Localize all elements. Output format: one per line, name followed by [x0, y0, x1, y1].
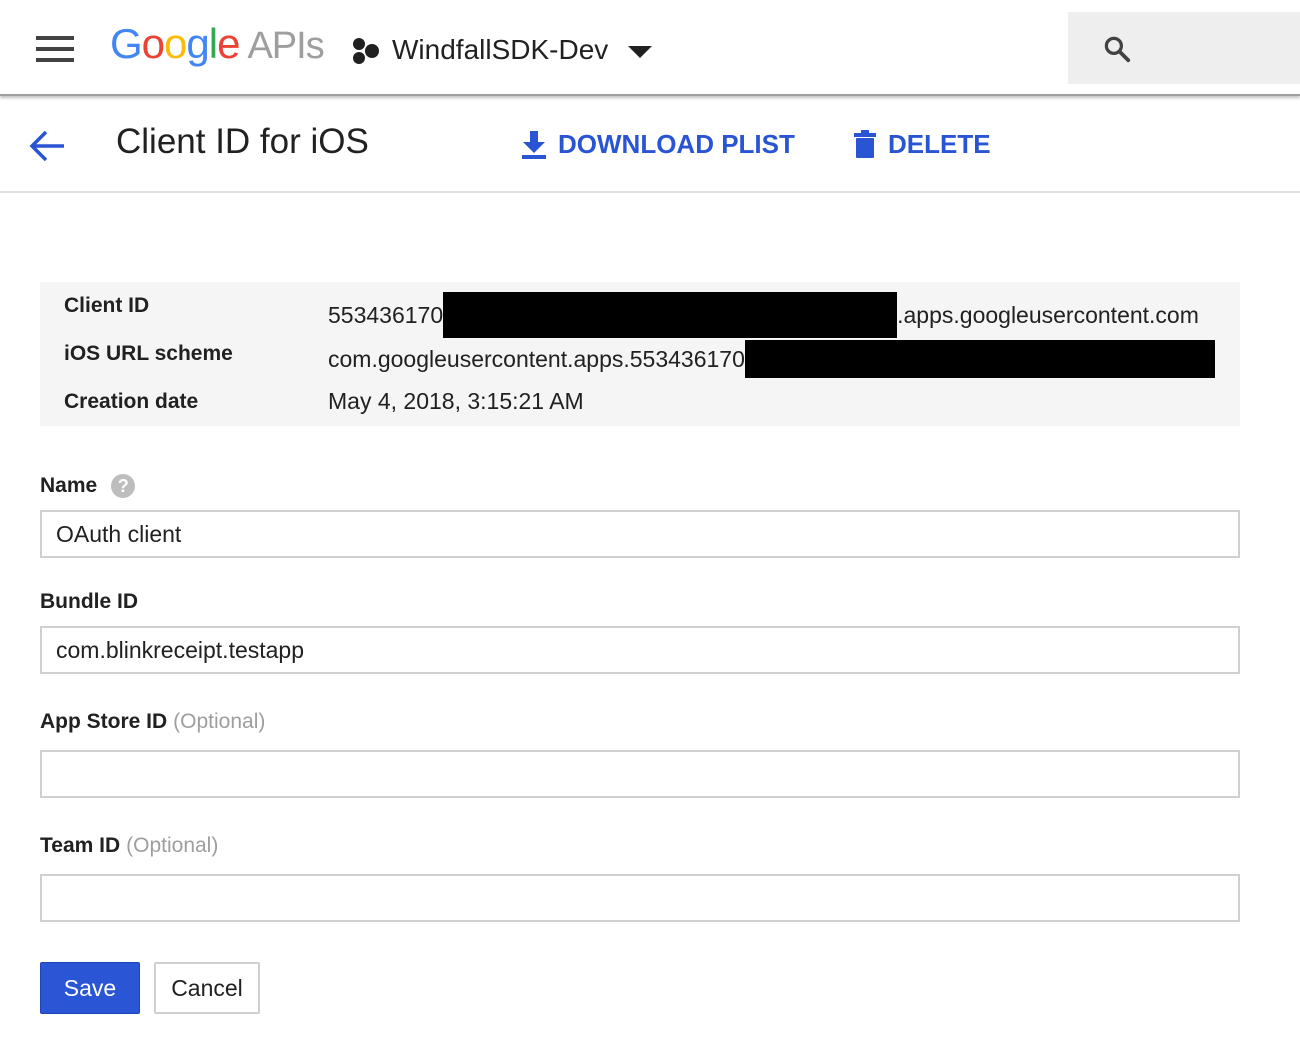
creation-date-label: Creation date	[64, 390, 199, 413]
client-info-table: Client ID 553436170 .apps.googleuserconte…	[40, 282, 1240, 426]
top-app-bar: Google APIs WindfallSDK-Dev	[0, 0, 1300, 96]
apis-wordmark: APIs	[247, 25, 324, 67]
optional-hint: (Optional)	[126, 834, 219, 857]
logo-letter: o	[141, 20, 165, 67]
creation-date-row: Creation date May 4, 2018, 3:15:21 AM	[40, 378, 1240, 426]
download-icon	[522, 131, 546, 159]
logo-letter: l	[208, 20, 218, 67]
redaction-block	[744, 340, 1215, 378]
logo-letter: G	[110, 20, 143, 67]
ios-url-scheme-row: iOS URL scheme com.googleusercontent.app…	[40, 330, 1240, 378]
team-id-input[interactable]	[40, 874, 1240, 922]
page-header: Client ID for iOS DOWNLOAD PLIST DELETE	[0, 96, 1300, 193]
download-plist-button[interactable]: DOWNLOAD PLIST	[520, 128, 795, 160]
app-store-id-label-text: App Store ID	[40, 710, 168, 733]
hamburger-menu-icon[interactable]	[36, 36, 76, 64]
back-button[interactable]	[28, 128, 68, 164]
bundle-id-label-text: Bundle ID	[40, 590, 138, 613]
app-store-id-input[interactable]	[40, 750, 1240, 798]
ios-url-scheme-value: com.googleusercontent.apps.553436170	[328, 340, 1215, 378]
logo-letter: g	[186, 20, 209, 67]
creation-date-value: May 4, 2018, 3:15:21 AM	[328, 388, 584, 414]
delete-label: DELETE	[888, 128, 991, 159]
save-button[interactable]: Save	[40, 962, 140, 1014]
name-field-label: Name ?	[40, 474, 136, 498]
search-icon	[1104, 36, 1131, 63]
bundle-id-field-label: Bundle ID	[40, 590, 138, 614]
client-id-prefix: 553436170	[328, 301, 444, 328]
project-selector[interactable]: WindfallSDK-Dev	[350, 30, 653, 70]
team-id-label-text: Team ID	[40, 834, 121, 857]
download-plist-label: DOWNLOAD PLIST	[558, 128, 795, 159]
google-apis-logo[interactable]: Google APIs	[110, 20, 325, 70]
project-name: WindfallSDK-Dev	[392, 34, 609, 65]
logo-letter: o	[164, 20, 187, 67]
optional-hint: (Optional)	[173, 710, 266, 733]
app-store-id-field-label: App Store ID (Optional)	[40, 710, 265, 734]
project-hexagon-icon	[350, 35, 380, 65]
name-input[interactable]	[40, 510, 1240, 558]
client-id-label: Client ID	[64, 294, 150, 317]
arrow-back-icon	[29, 130, 64, 162]
client-id-suffix: .apps.googleusercontent.com	[897, 301, 1199, 328]
google-wordmark: Google	[110, 20, 240, 68]
trash-icon	[854, 130, 876, 158]
menu-line	[36, 58, 74, 62]
name-label-text: Name	[40, 474, 98, 497]
cancel-button[interactable]: Cancel	[154, 962, 260, 1014]
caret-down-icon	[628, 46, 653, 58]
search-button[interactable]	[1068, 12, 1300, 84]
ios-url-scheme-label: iOS URL scheme	[64, 342, 233, 365]
logo-letter: e	[217, 20, 240, 67]
page-title: Client ID for iOS	[116, 122, 369, 161]
client-id-row: Client ID 553436170 .apps.googleuserconte…	[40, 282, 1240, 338]
ios-url-scheme-prefix: com.googleusercontent.apps.553436170	[328, 345, 745, 372]
bundle-id-input[interactable]	[40, 626, 1240, 674]
menu-line	[36, 36, 74, 40]
menu-line	[36, 47, 74, 51]
team-id-field-label: Team ID (Optional)	[40, 834, 218, 858]
delete-button[interactable]: DELETE	[852, 128, 991, 160]
help-icon[interactable]: ?	[111, 474, 136, 498]
